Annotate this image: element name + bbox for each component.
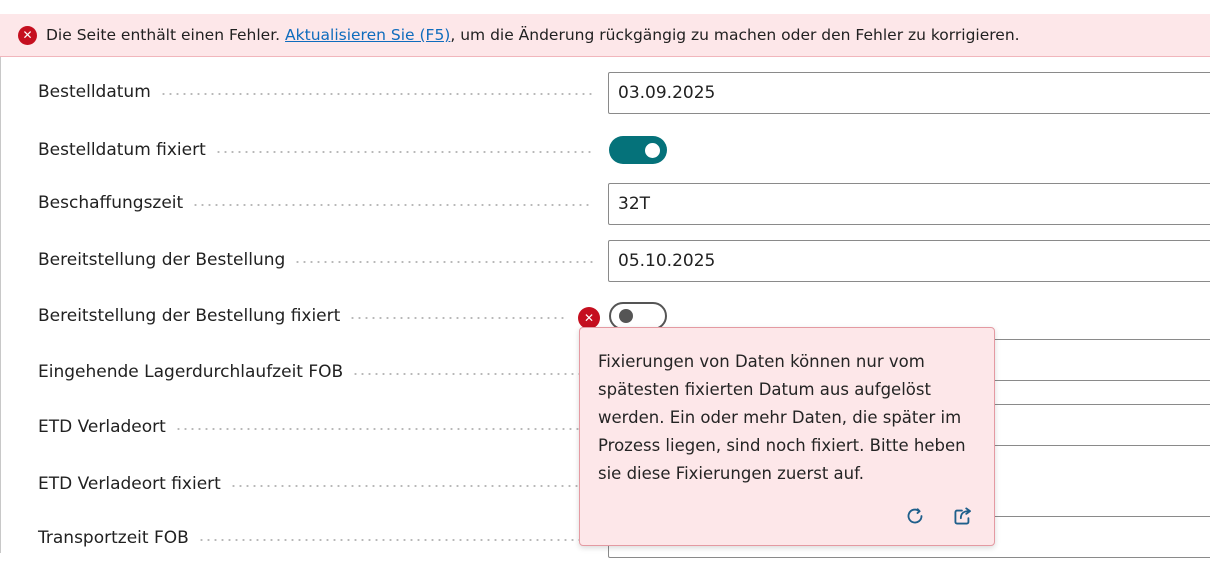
- refresh-icon[interactable]: [902, 503, 928, 529]
- leader-dots: [349, 317, 568, 319]
- leader-dots: [352, 373, 593, 375]
- bereitstellung-input[interactable]: 05.10.2025: [608, 240, 1210, 282]
- field-label: Bestelldatum: [38, 82, 151, 102]
- leader-dots: [159, 93, 593, 95]
- field-label: Eingehende Lagerdurchlaufzeit FOB: [38, 362, 344, 382]
- bestelldatum-fixiert-toggle[interactable]: [609, 136, 667, 164]
- leader-dots: [197, 539, 593, 541]
- field-label: Transportzeit FOB: [38, 528, 189, 548]
- tooltip-message: Fixierungen von Daten können nur vom spä…: [598, 352, 966, 483]
- field-label: ETD Verladeort fixiert: [38, 474, 221, 494]
- toggle-knob: [619, 309, 633, 323]
- leader-dots: [294, 261, 593, 263]
- field-row-bestelldatum-fixiert: Bestelldatum fixiert: [0, 130, 1210, 174]
- leader-dots: [214, 151, 593, 153]
- bestelldatum-input[interactable]: 03.09.2025: [608, 72, 1210, 114]
- field-label: ETD Verladeort: [38, 417, 166, 437]
- leader-dots: [229, 485, 593, 487]
- error-banner: ✕ Die Seite enthält einen Fehler. Aktual…: [0, 14, 1210, 57]
- field-row-beschaffungszeit: Beschaffungszeit 32T: [0, 183, 1210, 227]
- field-row-bereitstellung: Bereitstellung der Bestellung 05.10.2025: [0, 240, 1210, 284]
- bereitstellung-fixiert-toggle[interactable]: [609, 302, 667, 330]
- error-tooltip: Fixierungen von Daten können nur vom spä…: [579, 327, 995, 546]
- field-label: Bereitstellung der Bestellung: [38, 250, 286, 270]
- field-label: Bereitstellung der Bestellung fixiert: [38, 306, 341, 326]
- field-error-icon[interactable]: ✕: [578, 307, 600, 329]
- field-label: Beschaffungszeit: [38, 193, 184, 213]
- error-message-suffix: , um die Änderung rückgängig zu machen o…: [450, 26, 1020, 44]
- share-icon[interactable]: [950, 503, 976, 529]
- field-row-bestelldatum: Bestelldatum 03.09.2025: [0, 72, 1210, 116]
- beschaffungszeit-input[interactable]: 32T: [608, 183, 1210, 225]
- refresh-link[interactable]: Aktualisieren Sie (F5): [285, 26, 450, 44]
- leader-dots: [174, 428, 593, 430]
- error-icon: ✕: [18, 25, 37, 45]
- field-label: Bestelldatum fixiert: [38, 140, 206, 160]
- toggle-knob: [645, 143, 660, 158]
- leader-dots: [192, 204, 593, 206]
- error-message: Die Seite enthält einen Fehler.: [46, 26, 281, 44]
